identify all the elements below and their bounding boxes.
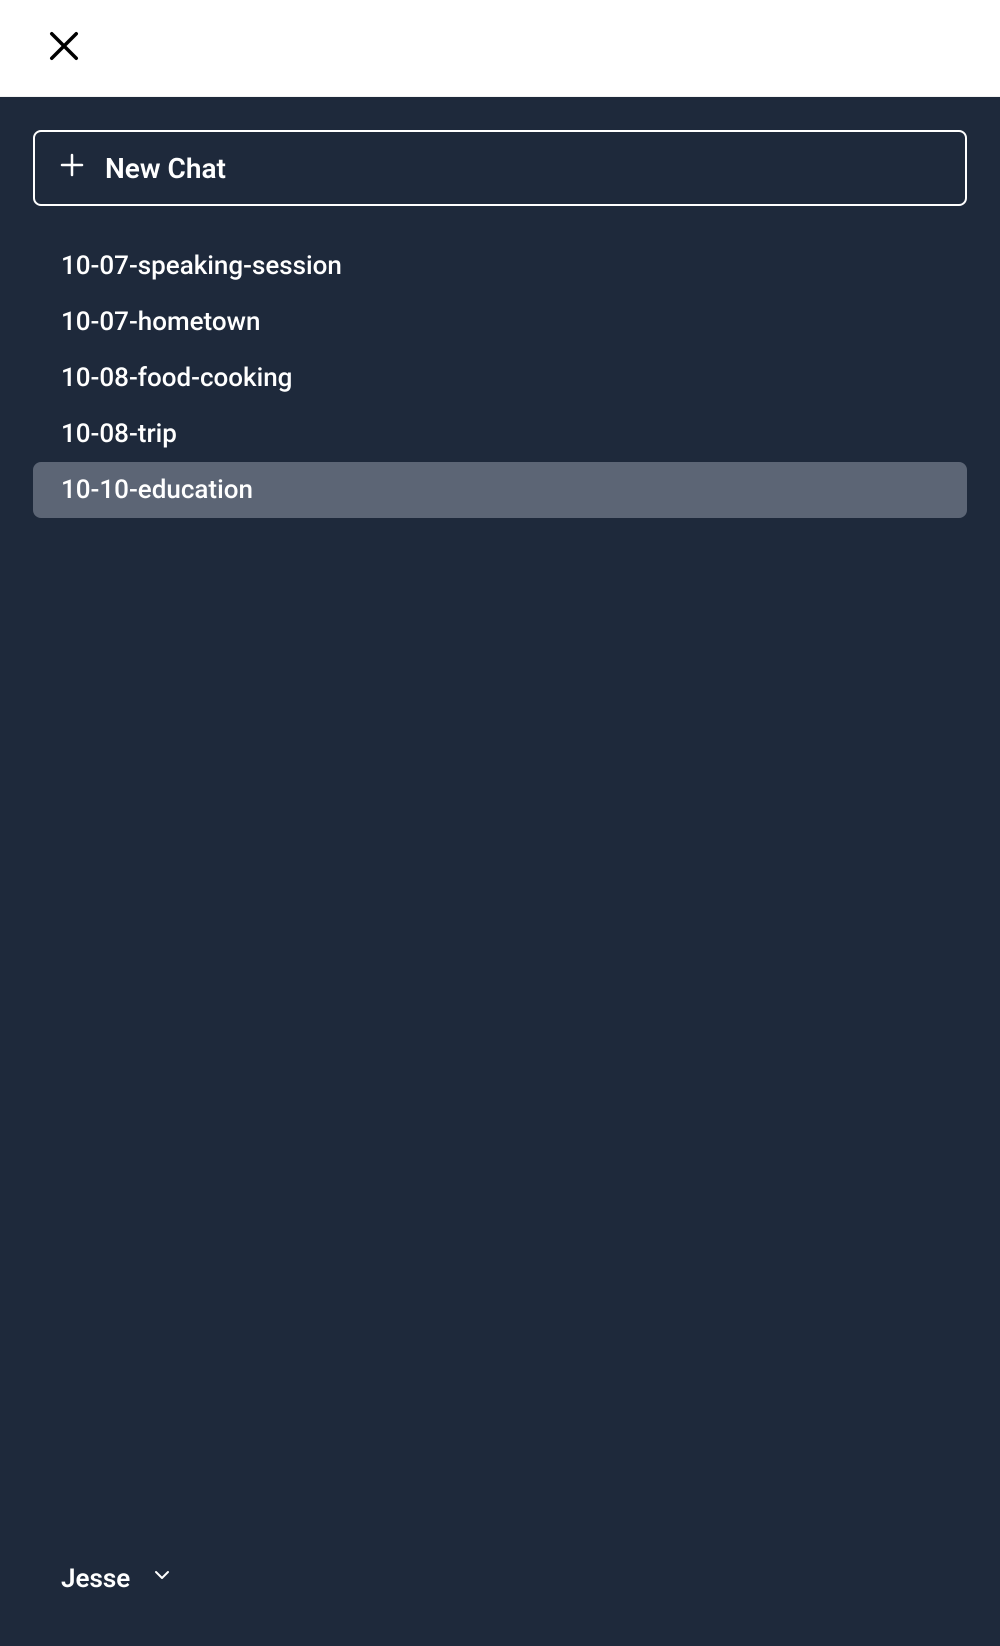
plus-icon	[57, 150, 87, 187]
new-chat-label: New Chat	[105, 152, 226, 185]
conversation-label: 10-07-hometown	[61, 307, 260, 337]
new-chat-button[interactable]: New Chat	[33, 130, 967, 206]
conversation-label: 10-07-speaking-session	[61, 251, 342, 281]
user-name: Jesse	[61, 1564, 130, 1594]
conversation-item-selected[interactable]: 10-10-education	[33, 462, 967, 518]
header	[0, 0, 1000, 97]
close-icon[interactable]	[43, 25, 85, 71]
user-menu[interactable]: Jesse	[61, 1563, 174, 1594]
conversation-item[interactable]: 10-07-speaking-session	[33, 238, 967, 294]
conversation-label: 10-08-trip	[61, 419, 177, 449]
conversation-item[interactable]: 10-08-trip	[33, 406, 967, 462]
conversation-item[interactable]: 10-07-hometown	[33, 294, 967, 350]
conversation-list: 10-07-speaking-session 10-07-hometown 10…	[33, 238, 967, 518]
conversation-label: 10-10-education	[61, 475, 253, 505]
sidebar-panel: New Chat 10-07-speaking-session 10-07-ho…	[0, 97, 1000, 1646]
chevron-down-icon	[150, 1563, 174, 1594]
conversation-item[interactable]: 10-08-food-cooking	[33, 350, 967, 406]
conversation-label: 10-08-food-cooking	[61, 363, 292, 393]
